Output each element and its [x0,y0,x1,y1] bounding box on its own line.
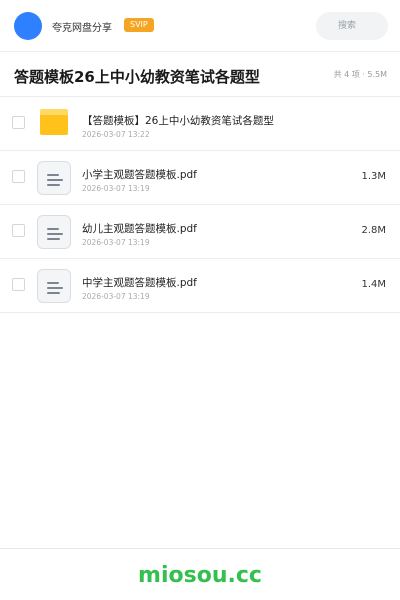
top-bar: 夸克网盘分享 SVIP 搜索 [0,0,400,52]
list-item[interactable]: 中学主观题答题模板.pdf 2026-03-07 13:19 1.4M [0,259,400,313]
folder-header: 答题模板26上中小幼教资笔试各题型 共 4 项 · 5.5M [0,52,400,97]
select-checkbox[interactable] [12,116,25,129]
folder-icon [40,109,68,135]
search-input[interactable]: 搜索 [316,12,388,40]
share-owner-name: 夸克网盘分享 [52,23,112,34]
document-icon [37,269,71,303]
item-date: 2026-03-07 13:19 [82,292,150,301]
file-list: 【答题模板】26上中小幼教资笔试各题型 2026-03-07 13:22 小学主… [0,97,400,313]
svip-badge: SVIP [124,18,154,32]
item-size: 1.3M [361,171,386,182]
item-summary: 共 4 项 · 5.5M [333,70,387,79]
select-checkbox[interactable] [12,278,25,291]
item-date: 2026-03-07 13:22 [82,130,150,139]
item-name: 中学主观题答题模板.pdf [82,277,197,289]
document-icon [37,161,71,195]
brand-watermark[interactable]: miosou.cc [0,563,400,588]
footer: miosou.cc [0,548,400,600]
page-title: 答题模板26上中小幼教资笔试各题型 [14,68,260,86]
document-icon [37,215,71,249]
list-item[interactable]: 【答题模板】26上中小幼教资笔试各题型 2026-03-07 13:22 [0,97,400,151]
item-name: 【答题模板】26上中小幼教资笔试各题型 [82,115,274,127]
item-size: 1.4M [361,279,386,290]
item-name: 小学主观题答题模板.pdf [82,169,197,181]
list-item[interactable]: 小学主观题答题模板.pdf 2026-03-07 13:19 1.3M [0,151,400,205]
item-size: 2.8M [361,225,386,236]
item-date: 2026-03-07 13:19 [82,238,150,247]
select-checkbox[interactable] [12,170,25,183]
avatar[interactable] [14,12,42,40]
select-checkbox[interactable] [12,224,25,237]
item-name: 幼儿主观题答题模板.pdf [82,223,197,235]
item-date: 2026-03-07 13:19 [82,184,150,193]
list-item[interactable]: 幼儿主观题答题模板.pdf 2026-03-07 13:19 2.8M [0,205,400,259]
